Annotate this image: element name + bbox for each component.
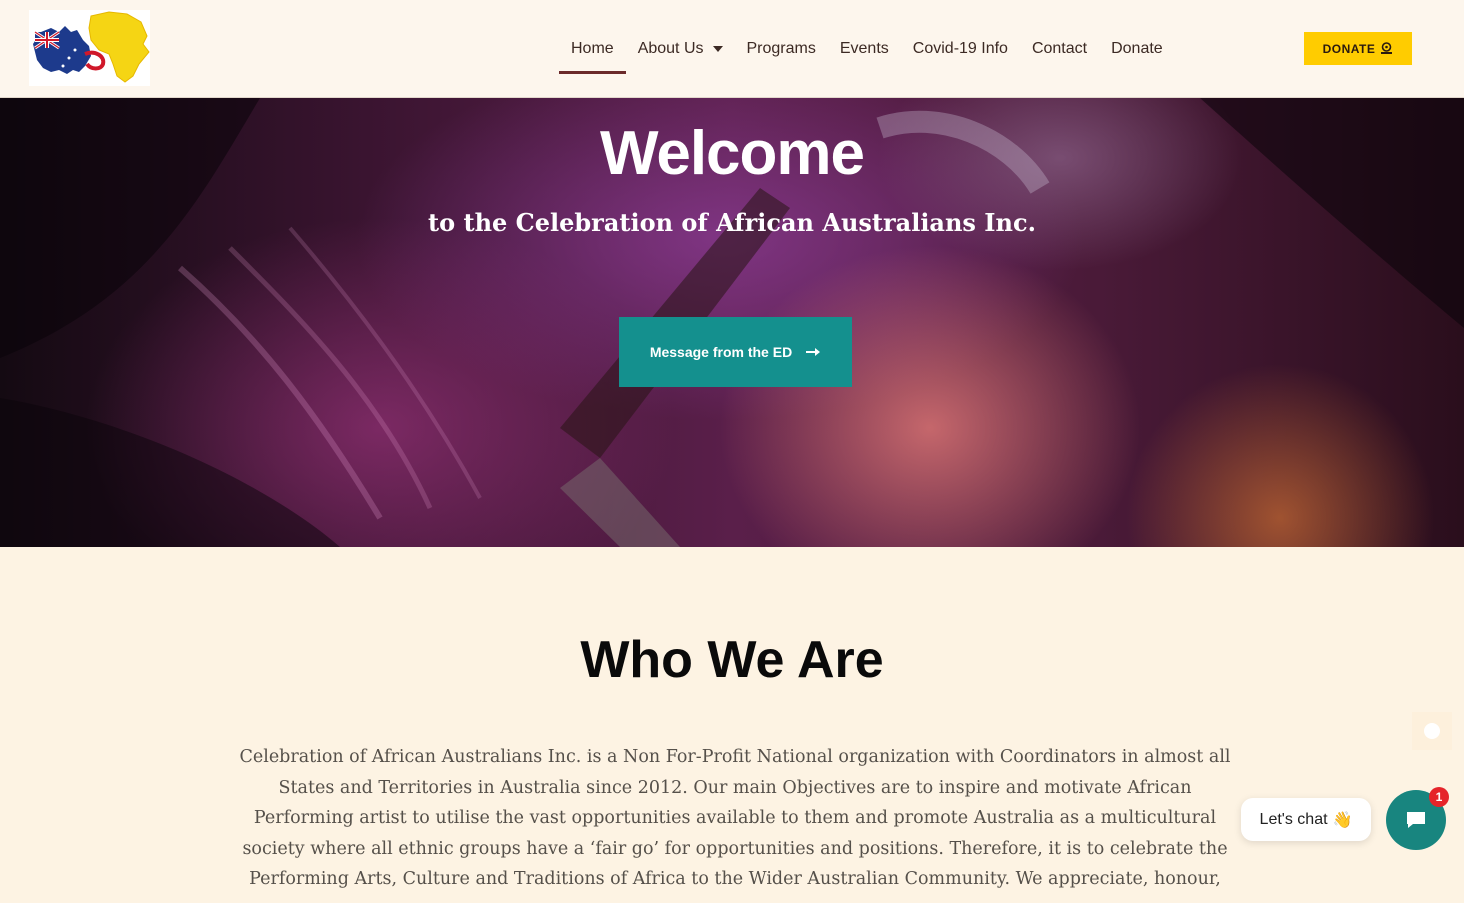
donate-button-label: DONATE <box>1322 41 1376 56</box>
nav-events-label: Events <box>839 40 889 57</box>
arrow-right-icon <box>806 348 821 356</box>
site-header: Home About Us Programs Events Covid-19 I… <box>0 0 1464 98</box>
nav-donate[interactable]: Donate <box>1099 0 1175 98</box>
hero-subtitle: to the Celebration of African Australian… <box>428 208 1036 237</box>
nav-programs-label: Programs <box>746 40 816 57</box>
main-nav: Home About Us Programs Events Covid-19 I… <box>559 0 1175 98</box>
hero-banner: Welcome to the Celebration of African Au… <box>0 98 1464 547</box>
chevron-down-icon <box>712 46 723 52</box>
nav-about-us-label: About Us <box>637 40 704 57</box>
nav-programs[interactable]: Programs <box>735 0 828 98</box>
nav-covid-info-label: Covid-19 Info <box>912 40 1008 57</box>
logo-graphic <box>33 11 150 83</box>
message-from-ed-label: Message from the ED <box>649 344 793 360</box>
who-we-are-text: Celebration of African Australians Inc. … <box>239 747 1231 890</box>
coin-hand-icon <box>1381 42 1393 54</box>
site-logo[interactable] <box>29 10 150 86</box>
donate-button[interactable]: DONATE <box>1304 32 1412 65</box>
nav-contact[interactable]: Contact <box>1020 0 1099 98</box>
nav-about-us[interactable]: About Us <box>626 0 735 98</box>
lets-chat-bubble[interactable]: Let's chat 👋 <box>1241 798 1371 841</box>
nav-home[interactable]: Home <box>559 0 626 98</box>
message-from-ed-button[interactable]: Message from the ED <box>619 317 852 387</box>
chat-unread-badge: 1 <box>1429 787 1449 807</box>
nav-home-label: Home <box>571 40 614 57</box>
nav-covid-info[interactable]: Covid-19 Info <box>901 0 1020 98</box>
nav-donate-label: Donate <box>1111 40 1163 57</box>
nav-events[interactable]: Events <box>828 0 901 98</box>
nav-contact-label: Contact <box>1031 40 1088 57</box>
who-we-are-heading: Who We Are <box>580 631 884 689</box>
accessibility-tab[interactable] <box>1412 712 1452 750</box>
wave-emoji-icon: 👋 <box>1332 811 1353 829</box>
accessibility-icon <box>1424 723 1440 739</box>
chat-icon <box>1407 812 1425 828</box>
hero-title: Welcome <box>599 119 865 188</box>
lets-chat-text: Let's chat <box>1259 810 1328 828</box>
